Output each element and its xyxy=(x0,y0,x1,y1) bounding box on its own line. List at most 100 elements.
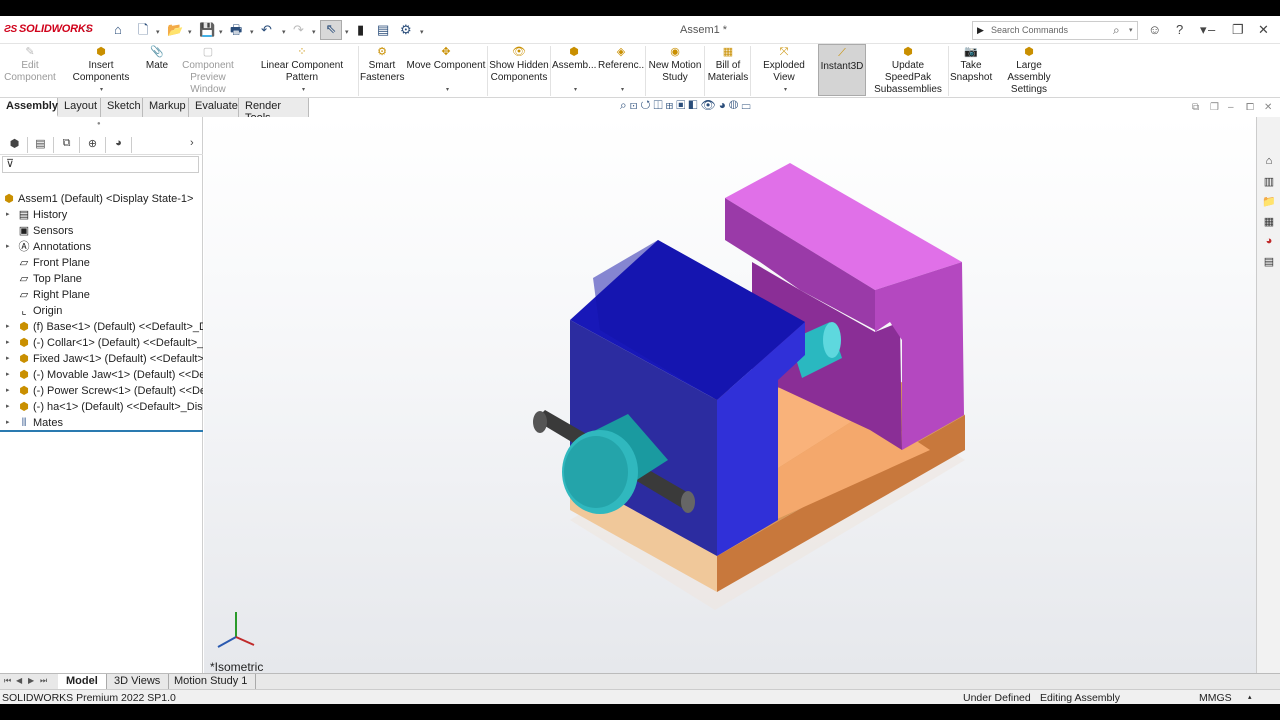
expand-icon[interactable]: ▸ xyxy=(6,351,10,367)
tree-item-top-plane[interactable]: ▱ Top Plane xyxy=(0,271,203,287)
undo-dropdown-icon[interactable]: ▾ xyxy=(282,25,286,41)
tab-sketch[interactable]: Sketch xyxy=(101,98,143,117)
previous-view-icon[interactable]: ↺ xyxy=(640,98,653,112)
search-icon[interactable]: ⌕ xyxy=(1113,23,1120,38)
viewport-restore-icon[interactable]: ❐ xyxy=(1210,102,1219,113)
tree-item-power-screw[interactable]: ▸ ⬢ (-) Power Screw<1> (Default) <<Defa xyxy=(0,383,203,399)
viewport-maximize-icon[interactable]: ⧠ xyxy=(1246,102,1254,113)
new-document-icon[interactable]: 🗋 xyxy=(138,22,148,38)
linear-component-pattern-button[interactable]: ⁘ Linear Component Pattern ▾ xyxy=(246,46,358,94)
expand-icon[interactable]: ▸ xyxy=(6,319,10,335)
tree-item-mates[interactable]: ▸ ⫴ Mates xyxy=(0,415,203,431)
redo-dropdown-icon[interactable]: ▾ xyxy=(312,25,316,41)
expand-icon[interactable]: ▸ xyxy=(6,335,10,351)
exploded-view-dropdown-icon[interactable]: ▾ xyxy=(784,84,787,96)
tree-filter-input[interactable]: ⊽ xyxy=(2,156,199,173)
reference-geometry-dropdown-icon[interactable]: ▾ xyxy=(621,84,624,96)
file-explorer-icon[interactable]: 📁 xyxy=(1260,195,1278,212)
options-dropdown-icon[interactable]: ▾ xyxy=(420,25,424,41)
graphics-area[interactable] xyxy=(204,117,1256,673)
edit-component-button[interactable]: ✎ Edit Component xyxy=(2,46,58,94)
expand-arrow-icon[interactable]: › xyxy=(190,137,194,149)
viewport-close-icon[interactable]: ✕ xyxy=(1264,102,1272,113)
propertymanager-tab-icon[interactable]: ▤ xyxy=(28,137,54,153)
new-dropdown-icon[interactable]: ▾ xyxy=(156,25,160,41)
tab-markup[interactable]: Markup xyxy=(143,98,189,117)
configurationmanager-tab-icon[interactable]: ⧉ xyxy=(54,137,80,153)
display-style-icon[interactable]: ◧ xyxy=(688,98,700,112)
bench-vise-model[interactable] xyxy=(204,117,1256,673)
apply-scene-icon[interactable]: ◍ xyxy=(729,98,741,112)
prev-tab-icon[interactable]: ◀ xyxy=(16,676,22,685)
expand-icon[interactable]: ▸ xyxy=(6,367,10,383)
undo-icon[interactable]: ↶ xyxy=(261,22,272,38)
section-view-icon[interactable]: ◫ xyxy=(654,98,666,112)
select-pointer-icon[interactable]: ⇖ xyxy=(320,20,342,40)
redo-icon[interactable]: ↷ xyxy=(293,22,304,38)
next-tab-icon[interactable]: ▶ xyxy=(28,676,34,685)
tree-item-annotations[interactable]: ▸ Ⓐ Annotations xyxy=(0,239,203,255)
tab-model[interactable]: Model xyxy=(58,674,107,690)
insert-components-dropdown-icon[interactable]: ▾ xyxy=(100,84,103,96)
tree-item-sensors[interactable]: ▣ Sensors xyxy=(0,223,203,239)
user-icon[interactable]: ☺ xyxy=(1148,22,1161,37)
tree-item-fixed-jaw[interactable]: ▸ ⬢ Fixed Jaw<1> (Default) <<Default>_D xyxy=(0,351,203,367)
solidworks-resources-icon[interactable]: ⌂ xyxy=(1260,155,1278,172)
dynamic-annotation-icon[interactable]: ⊞ xyxy=(666,98,677,112)
viewport-tile-icon[interactable]: ⧉ xyxy=(1192,102,1199,113)
expand-icon[interactable]: ▸ xyxy=(6,207,10,223)
dimxpert-tab-icon[interactable]: ⊕ xyxy=(80,137,106,153)
custom-properties-icon[interactable]: ▤ xyxy=(1260,255,1278,272)
save-icon[interactable]: 💾 xyxy=(199,22,215,38)
tree-item-history[interactable]: ▸ ▤ History xyxy=(0,207,203,223)
viewport-minimize-icon[interactable]: – xyxy=(1228,102,1234,113)
tab-layout[interactable]: Layout xyxy=(58,98,101,117)
tab-motion-study-1[interactable]: Motion Study 1 xyxy=(166,674,257,690)
tab-assembly[interactable]: Assembly xyxy=(0,98,58,117)
print-icon[interactable]: 🖶 xyxy=(230,22,242,38)
expand-icon[interactable]: ▸ xyxy=(6,239,10,255)
tree-item-origin[interactable]: ⌞ Origin xyxy=(0,303,203,319)
restore-icon[interactable]: ❐ xyxy=(1232,22,1244,38)
hide-show-items-icon[interactable]: 👁 xyxy=(701,98,719,112)
help-dropdown-icon[interactable]: ▾ xyxy=(1200,22,1207,38)
tab-evaluate[interactable]: Evaluate xyxy=(189,98,239,117)
open-icon[interactable]: 📂 xyxy=(167,22,183,38)
new-motion-study-button[interactable]: ◉ New Motion Study xyxy=(647,46,703,94)
search-commands-input[interactable]: ▶ Search Commands ⌕ ▾ xyxy=(972,21,1138,40)
assembly-features-button[interactable]: ⬢ Assemb... ▾ xyxy=(552,46,596,94)
zoom-to-area-icon[interactable]: ⊡ xyxy=(630,98,641,112)
tree-item-front-plane[interactable]: ▱ Front Plane xyxy=(0,255,203,271)
view-orientation-icon[interactable]: ▣ xyxy=(676,98,688,112)
select-dropdown-icon[interactable]: ▾ xyxy=(345,25,349,41)
print-dropdown-icon[interactable]: ▾ xyxy=(250,25,254,41)
tree-item-movable-jaw[interactable]: ▸ ⬢ (-) Movable Jaw<1> (Default) <<Defa xyxy=(0,367,203,383)
design-library-icon[interactable]: ▥ xyxy=(1260,175,1278,192)
exploded-view-button[interactable]: ⤧ Exploded View ▾ xyxy=(752,46,816,94)
appearances-icon[interactable]: ◕ xyxy=(1260,235,1278,252)
assembly-features-dropdown-icon[interactable]: ▾ xyxy=(574,84,577,96)
solidworks-logo[interactable]: ƧS SOLIDWORKS xyxy=(4,23,93,35)
tree-item-collar[interactable]: ▸ ⬢ (-) Collar<1> (Default) <<Default>_D xyxy=(0,335,203,351)
unit-system-dropdown-icon[interactable]: ▴ xyxy=(1248,691,1252,705)
last-tab-icon[interactable]: ⏭ xyxy=(40,676,47,686)
component-preview-window-button[interactable]: ▢ Component Preview Window xyxy=(172,46,244,95)
tree-item-right-plane[interactable]: ▱ Right Plane xyxy=(0,287,203,303)
edit-appearance-icon[interactable]: ◕ xyxy=(719,98,729,112)
unit-system[interactable]: MMGS xyxy=(1199,691,1232,705)
move-component-button[interactable]: ✥ Move Component ▾ xyxy=(406,46,486,94)
update-speedpak-button[interactable]: ⬢ Update SpeedPak Subassemblies xyxy=(868,46,948,95)
open-dropdown-icon[interactable]: ▾ xyxy=(188,25,192,41)
expand-icon[interactable]: ▸ xyxy=(6,383,10,399)
smart-fasteners-button[interactable]: ⚙ Smart Fasteners xyxy=(360,46,404,94)
rollback-bar[interactable] xyxy=(0,430,203,432)
menu-arrow-icon[interactable]: › xyxy=(86,24,89,35)
help-icon[interactable]: ? xyxy=(1176,22,1183,37)
tab-render-tools[interactable]: Render Tools xyxy=(239,98,309,124)
home-icon[interactable]: ⌂ xyxy=(114,22,122,38)
zoom-to-fit-icon[interactable]: ⌕ xyxy=(620,98,630,112)
save-dropdown-icon[interactable]: ▾ xyxy=(219,25,223,41)
mate-button[interactable]: 📎 Mate xyxy=(142,46,172,94)
search-dropdown-icon[interactable]: ▾ xyxy=(1129,26,1133,34)
linear-pattern-dropdown-icon[interactable]: ▾ xyxy=(302,84,305,96)
